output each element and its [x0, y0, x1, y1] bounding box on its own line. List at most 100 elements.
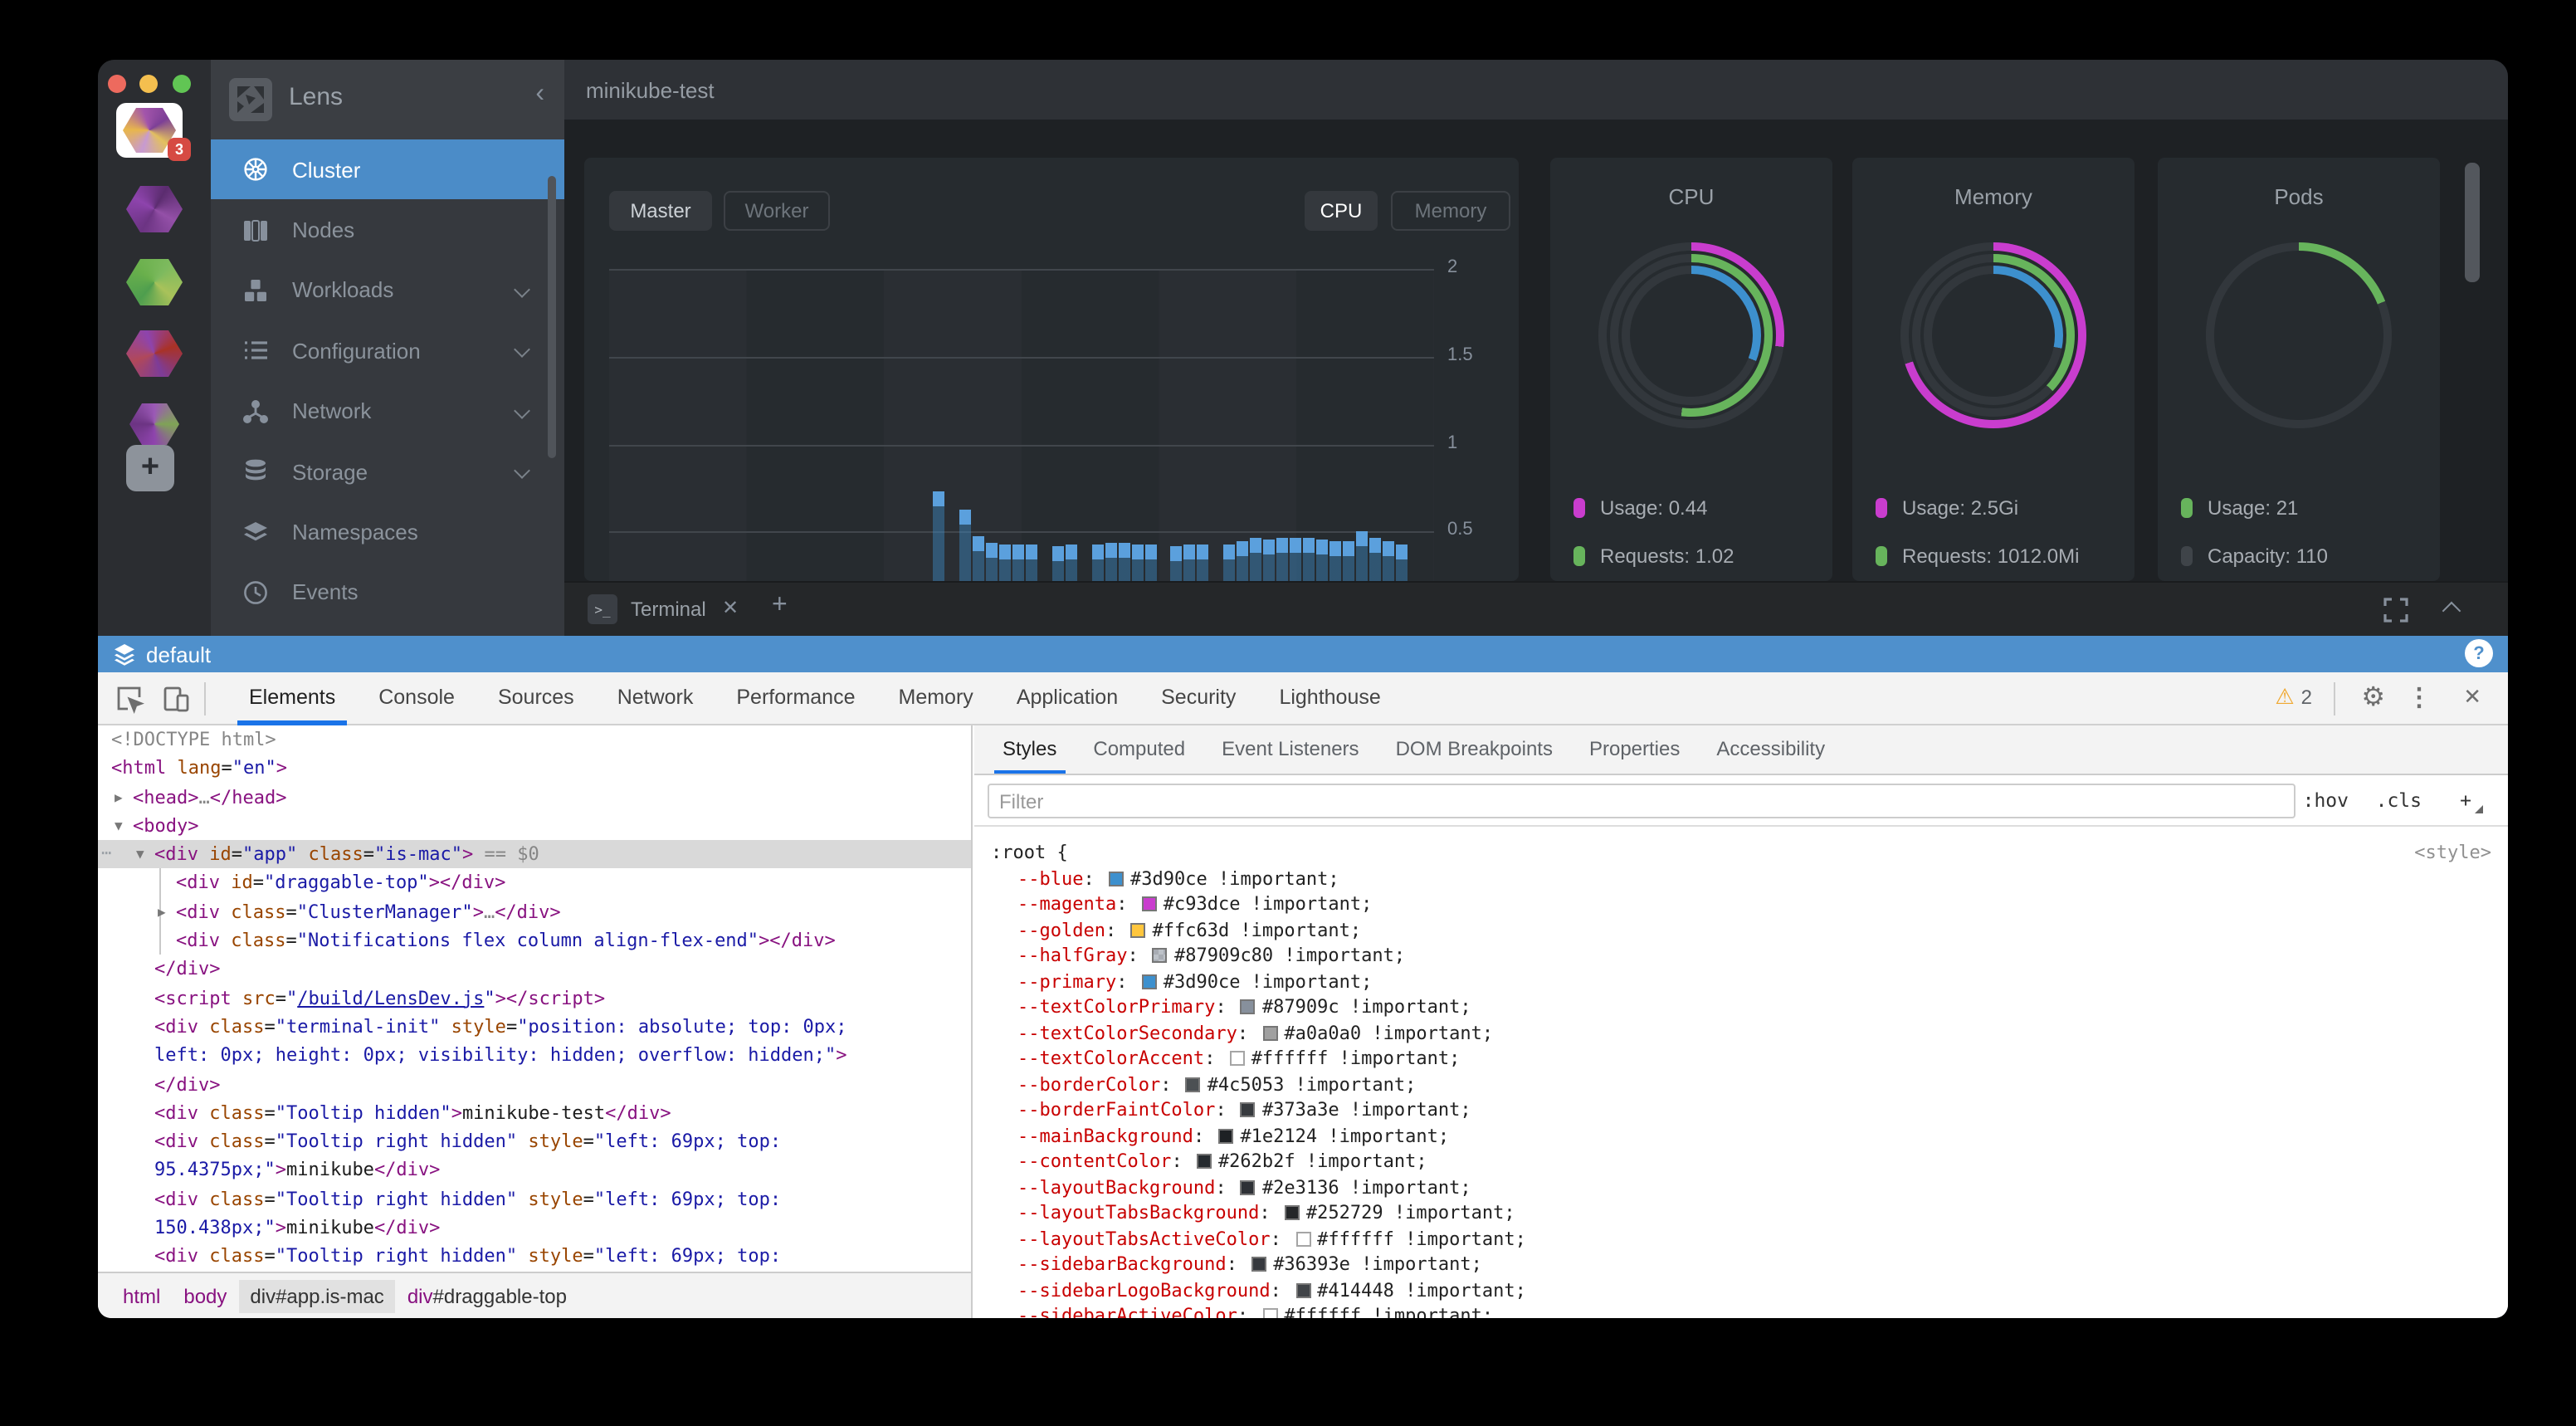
dom-tree-line[interactable]: <div class="Tooltip right hidden" style=…: [98, 1127, 971, 1156]
sidebar-item-workloads[interactable]: Workloads: [211, 261, 564, 321]
tab-sources[interactable]: Sources: [476, 672, 596, 725]
dom-tree-line[interactable]: <div class="Tooltip right hidden" style=…: [98, 1185, 971, 1214]
expander-open-icon[interactable]: ▼: [136, 840, 144, 869]
css-property-row[interactable]: --blue: #3d90ce !important;: [974, 866, 2508, 891]
color-swatch[interactable]: [1186, 1077, 1201, 1091]
new-style-rule-button[interactable]: +: [2460, 789, 2471, 812]
dom-tree-line[interactable]: ⋯▼<div id="app" class="is-mac"> == $0: [98, 840, 971, 869]
cluster-icon-2[interactable]: [126, 186, 183, 232]
color-swatch[interactable]: [1130, 922, 1145, 937]
css-property-row[interactable]: --halfGray: #87909c80 !important;: [974, 943, 2508, 969]
css-property-row[interactable]: --primary: #3d90ce !important;: [974, 969, 2508, 994]
tab-network[interactable]: Network: [596, 672, 715, 725]
color-swatch[interactable]: [1295, 1231, 1310, 1246]
metric-tab-memory[interactable]: Memory: [1391, 191, 1510, 231]
color-swatch[interactable]: [1142, 974, 1157, 989]
styles-tab-dom-breakpoints[interactable]: DOM Breakpoints: [1378, 725, 1571, 774]
breadcrumb-item[interactable]: div#app.is-mac: [238, 1279, 395, 1312]
terminal-add-button[interactable]: +: [772, 591, 788, 621]
dom-tree-line[interactable]: </div>: [98, 955, 971, 984]
dom-tree-line[interactable]: </div>: [98, 1070, 971, 1099]
add-cluster-button[interactable]: +: [126, 445, 174, 491]
devtools-menu-icon[interactable]: ⋮: [2407, 682, 2432, 712]
color-swatch[interactable]: [1262, 1308, 1277, 1318]
node-tab-master[interactable]: Master: [609, 191, 712, 231]
dom-tree-line[interactable]: ▼<body>: [98, 812, 971, 841]
dom-tree-line[interactable]: <div class="Notifications flex column al…: [98, 926, 971, 955]
settings-gear-icon[interactable]: ⚙: [2361, 681, 2385, 714]
css-property-row[interactable]: --borderFaintColor: #373a3e !important;: [974, 1097, 2508, 1123]
sidebar-item-storage[interactable]: Storage: [211, 442, 564, 502]
terminal-close-icon[interactable]: ✕: [722, 596, 739, 619]
css-property-row[interactable]: --magenta: #c93dce !important;: [974, 891, 2508, 917]
styles-tab-accessibility[interactable]: Accessibility: [1698, 725, 1843, 774]
color-swatch[interactable]: [1230, 1051, 1245, 1066]
dom-tree-line[interactable]: <!DOCTYPE html>: [98, 725, 971, 755]
color-swatch[interactable]: [1251, 1257, 1266, 1272]
content-scrollbar[interactable]: [2465, 163, 2480, 282]
rule-origin[interactable]: <style>: [2414, 840, 2491, 866]
window-minimize-button[interactable]: [139, 75, 158, 93]
cluster-icon-3[interactable]: [126, 259, 183, 305]
tab-console[interactable]: Console: [357, 672, 476, 725]
cluster-icon-5[interactable]: [129, 403, 179, 445]
elements-tree[interactable]: <!DOCTYPE html><html lang="en">▶<head>…<…: [98, 725, 973, 1272]
window-zoom-button[interactable]: [172, 75, 190, 93]
styles-tab-styles[interactable]: Styles: [984, 725, 1075, 774]
node-tab-worker[interactable]: Worker: [724, 191, 830, 231]
dom-tree-line[interactable]: <div id="draggable-top"></div>: [98, 869, 971, 898]
sidebar-item-nodes[interactable]: Nodes: [211, 200, 564, 261]
breadcrumb-item[interactable]: html: [111, 1279, 172, 1312]
tab-elements[interactable]: Elements: [227, 672, 357, 725]
window-close-button[interactable]: [107, 75, 125, 93]
sidebar-scrollbar[interactable]: [548, 176, 556, 458]
pseudo-state-toggle[interactable]: :hov: [2303, 789, 2349, 812]
dom-tree-line[interactable]: <div class="terminal-init" style="positi…: [98, 1013, 971, 1042]
color-swatch[interactable]: [1218, 1128, 1233, 1143]
terminal-tab[interactable]: Terminal: [631, 598, 706, 621]
dom-tree-line[interactable]: 150.438px;">minikube</div>: [98, 1214, 971, 1243]
color-swatch[interactable]: [1142, 896, 1157, 911]
styles-tab-event-listeners[interactable]: Event Listeners: [1203, 725, 1377, 774]
styles-rules[interactable]: :root { <style> --blue: #3d90ce !importa…: [974, 827, 2508, 1318]
css-property-row[interactable]: --layoutBackground: #2e3136 !important;: [974, 1174, 2508, 1200]
dom-tree-line[interactable]: ▶<head>…</head>: [98, 783, 971, 812]
color-swatch[interactable]: [1241, 1179, 1256, 1194]
rule-selector[interactable]: :root {: [991, 842, 1068, 863]
devtools-close-icon[interactable]: ✕: [2463, 684, 2481, 711]
css-property-row[interactable]: --golden: #ffc63d !important;: [974, 917, 2508, 943]
sidebar-item-cluster[interactable]: Cluster: [211, 139, 564, 200]
tab-security[interactable]: Security: [1139, 672, 1257, 725]
dom-tree-line[interactable]: <div class="Tooltip hidden">minikube-tes…: [98, 1099, 971, 1128]
color-swatch[interactable]: [1241, 1102, 1256, 1117]
warning-indicator[interactable]: ⚠ 2: [2275, 684, 2312, 711]
color-swatch[interactable]: [1153, 948, 1168, 963]
css-property-row[interactable]: --sidebarBackground: #36393e !important;: [974, 1252, 2508, 1277]
dom-tree-line[interactable]: left: 0px; height: 0px; visibility: hidd…: [98, 1042, 971, 1071]
dock-expand-icon[interactable]: [2383, 598, 2408, 623]
tab-lighthouse[interactable]: Lighthouse: [1257, 672, 1402, 725]
css-property-row[interactable]: --sidebarLogoBackground: #414448 !import…: [974, 1277, 2508, 1303]
metric-tab-cpu[interactable]: CPU: [1305, 191, 1378, 231]
dom-tree-line[interactable]: <div class="Tooltip right hidden" style=…: [98, 1243, 971, 1272]
color-swatch[interactable]: [1295, 1282, 1310, 1297]
sidebar-item-configuration[interactable]: Configuration: [211, 320, 564, 381]
expander-open-icon[interactable]: ▼: [115, 812, 123, 841]
dom-tree-line[interactable]: ▶<div class="ClusterManager">…</div>: [98, 898, 971, 927]
tab-memory[interactable]: Memory: [877, 672, 995, 725]
styles-tab-computed[interactable]: Computed: [1075, 725, 1203, 774]
dom-tree-line[interactable]: 95.4375px;">minikube</div>: [98, 1156, 971, 1185]
color-swatch[interactable]: [1262, 1025, 1277, 1040]
css-property-row[interactable]: --contentColor: #262b2f !important;: [974, 1149, 2508, 1174]
expander-closed-icon[interactable]: ▶: [158, 898, 166, 927]
tab-application[interactable]: Application: [995, 672, 1139, 725]
color-swatch[interactable]: [1109, 871, 1124, 886]
sidebar-item-namespaces[interactable]: Namespaces: [211, 502, 564, 563]
styles-filter-input[interactable]: [988, 784, 2295, 818]
breadcrumb-item[interactable]: div#draggable-top: [396, 1279, 578, 1312]
color-swatch[interactable]: [1197, 1154, 1212, 1169]
breadcrumb-item[interactable]: body: [172, 1279, 238, 1312]
sidebar-collapse-button[interactable]: ‹: [535, 80, 544, 110]
css-property-row[interactable]: --textColorSecondary: #a0a0a0 !important…: [974, 1020, 2508, 1046]
tab-performance[interactable]: Performance: [715, 672, 876, 725]
